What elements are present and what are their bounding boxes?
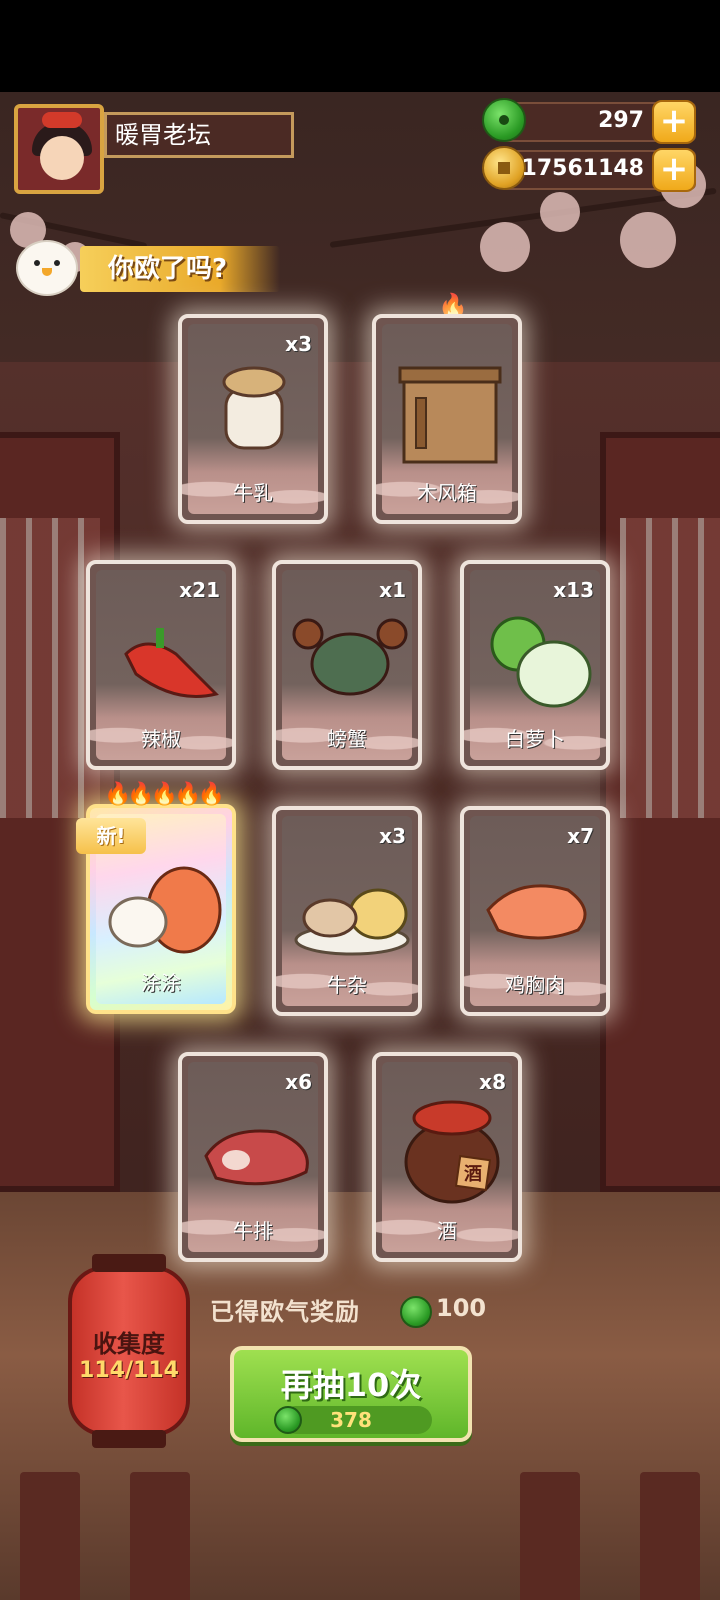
- gold-coin-icon: [482, 146, 526, 190]
- rarity-flames: 🔥🔥🔥🔥🔥: [104, 782, 225, 807]
- reward-value: 100: [436, 1294, 487, 1322]
- coin-value: 17561148: [521, 156, 644, 181]
- add-gems-button[interactable]: +: [652, 100, 696, 144]
- draw-again-button[interactable]: 再抽10次 378: [230, 1346, 472, 1442]
- wooden-bellows-icon: [398, 366, 502, 464]
- chick-mascot-icon: [10, 236, 82, 300]
- chicken-breast-icon: [486, 884, 587, 940]
- draw-again-label: 再抽10次: [280, 1366, 422, 1404]
- gem-counter: 297 +: [482, 98, 696, 144]
- beef-offal-icon: [294, 888, 410, 956]
- status-bar: [0, 0, 720, 92]
- reward-card-chicken-breast[interactable]: x7 鸡胸肉: [460, 806, 610, 1016]
- plus-icon: +: [659, 101, 689, 141]
- reward-card-tutu[interactable]: 🔥🔥🔥🔥🔥 新! 涂涂: [76, 782, 236, 1014]
- steak-icon: [204, 1129, 309, 1186]
- gem-value: 297: [598, 108, 644, 133]
- add-coins-button[interactable]: +: [652, 148, 696, 192]
- reward-card-steak[interactable]: x6 牛排: [178, 1052, 328, 1262]
- player-avatar[interactable]: [14, 104, 104, 194]
- lucky-banner: 你欧了吗?: [80, 246, 280, 292]
- white-radish-icon: [490, 616, 592, 708]
- svg-text:酒: 酒: [464, 1163, 482, 1185]
- reward-label: 已得欧气奖励: [210, 1298, 360, 1326]
- reward-card-chili[interactable]: x21 辣椒: [86, 560, 236, 770]
- new-badge: 新!: [76, 818, 146, 854]
- wine-jar-icon: 酒: [404, 1100, 500, 1204]
- draw-cost: 378: [330, 1408, 372, 1432]
- right-door: [600, 432, 720, 1192]
- reward-card-radish[interactable]: x13 白萝卜: [460, 560, 610, 770]
- green-jade-icon: [400, 1296, 432, 1328]
- chili-pepper-icon: [124, 628, 219, 698]
- reward-card-wine[interactable]: 酒 x8 酒: [372, 1052, 522, 1262]
- collection-value: 114/114: [79, 1358, 179, 1383]
- collection-label: 收集度: [93, 1330, 165, 1358]
- reward-card-bellows[interactable]: 木风箱: [372, 314, 522, 524]
- collection-lantern[interactable]: 收集度 114/114: [68, 1254, 190, 1448]
- coin-counter: 17561148 +: [482, 146, 696, 192]
- reward-card-milk[interactable]: x3 牛乳: [178, 314, 328, 524]
- reward-card-beef-offal[interactable]: x3 牛杂: [272, 806, 422, 1016]
- green-jade-icon: [482, 98, 526, 142]
- player-name: 暖胃老坛: [104, 112, 294, 158]
- fox-character-icon: [108, 866, 222, 954]
- reward-card-crab[interactable]: x1 螃蟹: [272, 560, 422, 770]
- crab-icon: [292, 618, 408, 696]
- plus-icon: +: [659, 149, 689, 189]
- blossom: [480, 222, 530, 272]
- milk-jar-icon: [222, 366, 286, 450]
